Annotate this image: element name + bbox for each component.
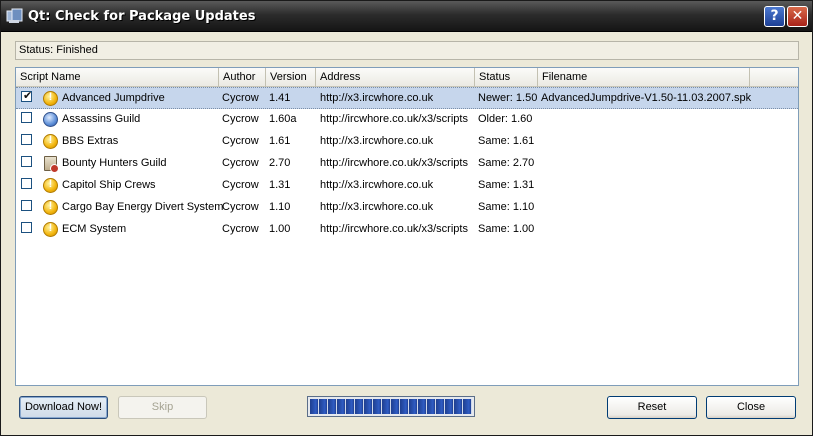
warning-icon — [43, 134, 58, 149]
author-cell: Cycrow — [222, 113, 259, 125]
table-row[interactable]: Cargo Bay Energy Divert System Cycrow 1.… — [16, 197, 798, 219]
version-cell: 1.31 — [269, 179, 291, 191]
status-text: Status: Finished — [19, 44, 98, 56]
version-cell: 1.60a — [269, 113, 297, 125]
script-name-cell: Bounty Hunters Guild — [62, 157, 167, 169]
status-cell: Older: 1.60 — [478, 113, 533, 125]
package-update-window: Qt: Check for Package Updates ? ✕ Status… — [0, 0, 813, 436]
address-cell: http://ircwhore.co.uk/x3/scripts — [320, 157, 468, 169]
author-cell: Cycrow — [222, 223, 259, 235]
warning-icon — [43, 200, 58, 215]
close-button[interactable]: Close — [706, 396, 796, 419]
warning-icon — [43, 222, 58, 237]
status-cell: Same: 1.61 — [478, 135, 535, 147]
status-cell: Same: 1.31 — [478, 179, 535, 191]
reset-button[interactable]: Reset — [607, 396, 697, 419]
row-checkbox[interactable] — [21, 222, 32, 233]
table-row[interactable]: ✔ Advanced Jumpdrive Cycrow 1.41 http://… — [16, 87, 798, 109]
row-checkbox[interactable] — [21, 178, 32, 189]
script-name-cell: Cargo Bay Energy Divert System — [62, 201, 224, 213]
row-checkbox[interactable] — [21, 134, 32, 145]
window-title: Qt: Check for Package Updates — [28, 9, 256, 24]
status-cell: Same: 1.00 — [478, 223, 535, 235]
address-cell: http://ircwhore.co.uk/x3/scripts — [320, 223, 468, 235]
column-header-script-name[interactable]: Script Name — [16, 68, 219, 87]
version-cell: 2.70 — [269, 157, 291, 169]
help-button[interactable]: ? — [764, 6, 785, 27]
version-cell: 1.10 — [269, 201, 291, 213]
progress-bar — [307, 396, 475, 417]
table-row[interactable]: Capitol Ship Crews Cycrow 1.31 http://x3… — [16, 175, 798, 197]
column-header-version[interactable]: Version — [266, 68, 316, 87]
dialog-body: Status: Finished Script Name Author Vers… — [1, 33, 812, 435]
progress-fill — [310, 399, 472, 414]
column-header-status[interactable]: Status — [475, 68, 538, 87]
author-cell: Cycrow — [222, 179, 259, 191]
row-checkbox[interactable] — [21, 156, 32, 167]
address-cell: http://ircwhore.co.uk/x3/scripts — [320, 113, 468, 125]
list-header: Script Name Author Version Address Statu… — [16, 68, 798, 87]
check-mark-icon: ✔ — [23, 90, 33, 102]
script-name-cell: Capitol Ship Crews — [62, 179, 156, 191]
column-header-filename[interactable]: Filename — [538, 68, 750, 87]
row-checkbox[interactable]: ✔ — [21, 90, 33, 102]
author-cell: Cycrow — [222, 92, 259, 104]
author-cell: Cycrow — [222, 201, 259, 213]
author-cell: Cycrow — [222, 157, 259, 169]
row-checkbox[interactable] — [21, 200, 32, 211]
skip-button[interactable]: Skip — [118, 396, 207, 419]
address-cell: http://x3.ircwhore.co.uk — [320, 201, 434, 213]
address-cell: http://x3.ircwhore.co.uk — [320, 92, 434, 104]
app-icon — [6, 8, 23, 23]
table-row[interactable]: BBS Extras Cycrow 1.61 http://x3.ircwhor… — [16, 131, 798, 153]
version-cell: 1.00 — [269, 223, 291, 235]
globe-icon — [43, 112, 58, 127]
table-row[interactable]: Bounty Hunters Guild Cycrow 2.70 http://… — [16, 153, 798, 175]
script-name-cell: Advanced Jumpdrive — [62, 92, 165, 104]
row-checkbox[interactable] — [21, 112, 32, 123]
download-now-button[interactable]: Download Now! — [19, 396, 108, 419]
table-row[interactable]: ECM System Cycrow 1.00 http://ircwhore.c… — [16, 219, 798, 241]
warning-icon — [43, 91, 58, 106]
package-list[interactable]: Script Name Author Version Address Statu… — [15, 67, 799, 386]
version-cell: 1.61 — [269, 135, 291, 147]
script-name-cell: ECM System — [62, 223, 127, 235]
status-bar: Status: Finished — [15, 41, 799, 60]
address-cell: http://x3.ircwhore.co.uk — [320, 135, 434, 147]
title-bar[interactable]: Qt: Check for Package Updates ? ✕ — [1, 1, 812, 32]
filename-cell: AdvancedJumpdrive-V1.50-11.03.2007.spk — [541, 92, 752, 104]
document-icon — [44, 156, 59, 173]
script-name-cell: Assassins Guild — [62, 113, 141, 125]
warning-icon — [43, 178, 58, 193]
table-row[interactable]: Assassins Guild Cycrow 1.60a http://ircw… — [16, 109, 798, 131]
address-cell: http://x3.ircwhore.co.uk — [320, 179, 434, 191]
status-cell: Same: 2.70 — [478, 157, 535, 169]
version-cell: 1.41 — [269, 92, 291, 104]
script-name-cell: BBS Extras — [62, 135, 119, 147]
close-window-button[interactable]: ✕ — [787, 6, 808, 27]
column-header-author[interactable]: Author — [219, 68, 266, 87]
status-cell: Newer: 1.50 — [478, 92, 538, 104]
status-cell: Same: 1.10 — [478, 201, 535, 213]
column-header-address[interactable]: Address — [316, 68, 475, 87]
author-cell: Cycrow — [222, 135, 259, 147]
